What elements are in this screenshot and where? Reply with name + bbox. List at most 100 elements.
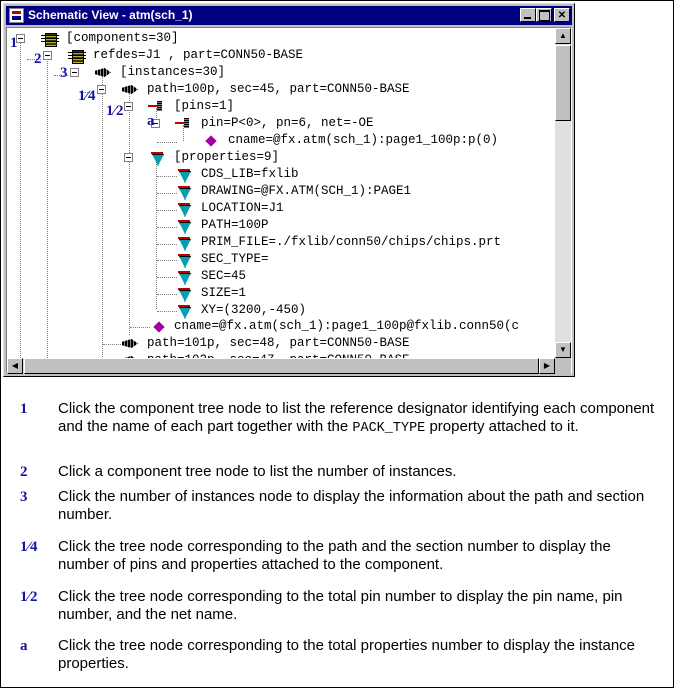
step-text: property attached to it. [425, 418, 579, 435]
scroll-right-button[interactable]: ▶ [539, 358, 555, 374]
title-bar[interactable]: Schematic View - atm(sch_1) [6, 6, 572, 25]
property-icon [178, 271, 190, 283]
step-number: 1 [20, 401, 28, 417]
tree-node-label: path=101p, sec=48, part=CONN50-BASE [147, 336, 410, 350]
property-name: PACK_TYPE [352, 421, 426, 436]
tree-node-label: XY=(3200,-450) [201, 303, 307, 317]
property-icon [178, 220, 190, 232]
property-icon [178, 288, 190, 300]
instance-icon [120, 338, 142, 349]
component-icon [68, 50, 86, 64]
vertical-scroll-thumb[interactable] [555, 45, 571, 121]
window-title: Schematic View - atm(sch_1) [28, 8, 193, 22]
callout-4: 1⁄4 [78, 88, 96, 104]
property-icon [178, 203, 190, 215]
tree-node-label: [components=30] [66, 31, 179, 45]
tree-node-property[interactable]: SEC_TYPE= [7, 251, 547, 268]
tree-node-label: PRIM_FILE=./fxlib/conn50/chips/chips.prt [201, 235, 502, 249]
cname-icon [205, 135, 217, 147]
step-2: 2 Click a component tree node to list th… [0, 463, 674, 483]
step-3: 3 Click the number of instances node to … [0, 488, 674, 528]
property-icon [178, 305, 190, 317]
step-number: 1⁄2 [20, 589, 38, 605]
tree-node-components[interactable]: [components=30] [7, 30, 547, 47]
step-number: 3 [20, 489, 28, 505]
tree-node-properties[interactable]: [properties=9] [7, 149, 547, 166]
scroll-down-button[interactable]: ▼ [555, 342, 571, 358]
pin-icon [148, 100, 164, 112]
pin-icon [175, 117, 191, 129]
tree-node-path-101p[interactable]: path=101p, sec=48, part=CONN50-BASE [7, 335, 547, 352]
tree-node-label: CDS_LIB=fxlib [201, 167, 299, 181]
step-description: Click a component tree node to list the … [58, 463, 457, 480]
collapse-toggle[interactable] [43, 51, 52, 60]
property-icon [178, 237, 190, 249]
tree-node-label: pin=P<0>, pn=6, net=-OE [201, 116, 374, 130]
tree-node-pin[interactable]: pin=P<0>, pn=6, net=-OE [7, 115, 547, 132]
tree-node-label: [pins=1] [174, 99, 235, 113]
tree-node-instances[interactable]: [instances=30] [7, 64, 547, 81]
cname-icon [153, 321, 165, 333]
step-description: Click the number of instances node to di… [58, 488, 645, 523]
tree-node-label: SEC_TYPE= [201, 252, 269, 266]
close-button[interactable] [554, 8, 570, 22]
step-number: a [20, 638, 28, 654]
tree-node-label: SIZE=1 [201, 286, 247, 300]
collapse-toggle[interactable] [97, 85, 106, 94]
tree-node-property[interactable]: DRAWING=@FX.ATM(SCH_1):PAGE1 [7, 183, 547, 200]
tree-node-cname[interactable]: cname=@fx.atm(sch_1):page1_100p:p(0) [7, 132, 547, 149]
collapse-toggle[interactable] [124, 102, 133, 111]
step-description: Click the component tree node to list th… [58, 400, 658, 438]
callout-6: a [147, 113, 155, 129]
tree-node-cname[interactable]: cname=@fx.atm(sch_1):page1_100p@fxlib.co… [7, 318, 567, 335]
schematic-view-window: Schematic View - atm(sch_1) ✕ [component… [3, 3, 575, 377]
property-icon [178, 169, 190, 181]
app-icon[interactable] [9, 8, 24, 23]
scroll-left-button[interactable]: ◀ [7, 358, 23, 374]
components-icon [41, 33, 59, 47]
tree-node-label: SEC=45 [201, 269, 247, 283]
step-description: Click the tree node corresponding to the… [58, 588, 623, 623]
property-icon [178, 186, 190, 198]
tree-node-label: [instances=30] [120, 65, 226, 79]
callout-3: 3 [60, 65, 68, 81]
tree-node-property[interactable]: CDS_LIB=fxlib [7, 166, 547, 183]
component-tree[interactable]: [components=30] refdes=J1 , part=CONN50-… [6, 27, 572, 374]
step-description: Click the tree node corresponding to the… [58, 637, 636, 672]
tree-node-refdes[interactable]: refdes=J1 , part=CONN50-BASE [7, 47, 547, 64]
tree-node-property[interactable]: PRIM_FILE=./fxlib/conn50/chips/chips.prt [7, 234, 547, 251]
tree-node-property[interactable]: SEC=45 [7, 268, 547, 285]
step-number: 1⁄4 [20, 539, 38, 555]
tree-node-property[interactable]: SIZE=1 [7, 285, 547, 302]
tree-node-label: DRAWING=@FX.ATM(SCH_1):PAGE1 [201, 184, 412, 198]
scroll-up-button[interactable]: ▲ [555, 28, 571, 44]
tree-node-label: refdes=J1 , part=CONN50-BASE [93, 48, 304, 62]
callout-2: 2 [34, 51, 42, 67]
resize-grip[interactable] [555, 358, 571, 374]
step-description: Click the tree node corresponding to the… [58, 538, 611, 573]
maximize-button[interactable] [536, 8, 552, 22]
callout-1: 1 [10, 35, 18, 51]
step-1: 1 Click the component tree node to list … [0, 400, 674, 458]
instances-icon [93, 67, 115, 78]
callout-5: 1⁄2 [106, 103, 124, 119]
step-5: 1⁄2 Click the tree node corresponding to… [0, 588, 674, 628]
tree-node-label: cname=@fx.atm(sch_1):page1_100p@fxlib.co… [174, 319, 520, 333]
horizontal-scrollbar[interactable]: ◀ ▶ [7, 358, 555, 374]
minimize-button[interactable] [520, 8, 536, 22]
tree-node-property[interactable]: PATH=100P [7, 217, 547, 234]
vertical-scrollbar[interactable]: ▲ ▼ [555, 28, 571, 358]
properties-icon [151, 152, 163, 164]
tree-node-label: PATH=100P [201, 218, 269, 232]
tree-node-label: path=100p, sec=45, part=CONN50-BASE [147, 82, 410, 96]
step-6: a Click the tree node corresponding to t… [0, 637, 674, 677]
tree-node-label: LOCATION=J1 [201, 201, 284, 215]
collapse-toggle[interactable] [70, 68, 79, 77]
tree-node-property[interactable]: XY=(3200,-450) [7, 302, 547, 319]
property-icon [178, 254, 190, 266]
collapse-toggle[interactable] [124, 153, 133, 162]
instance-icon [120, 84, 142, 95]
horizontal-scroll-thumb[interactable] [24, 358, 539, 374]
step-4: 1⁄4 Click the tree node corresponding to… [0, 538, 674, 578]
tree-node-property[interactable]: LOCATION=J1 [7, 200, 547, 217]
